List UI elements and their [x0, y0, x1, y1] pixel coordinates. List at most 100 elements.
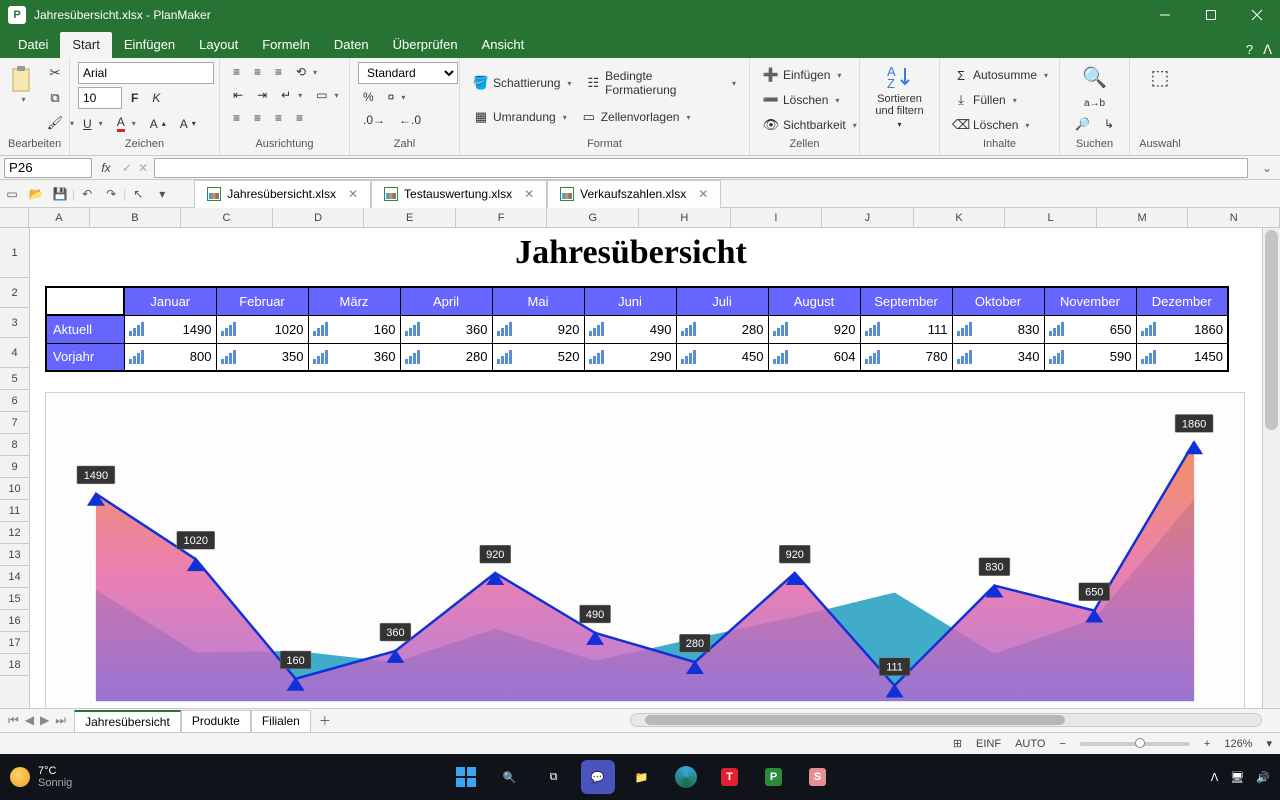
edge-taskbar[interactable]: [669, 760, 703, 794]
column-header[interactable]: A: [29, 208, 89, 227]
minimize-button[interactable]: [1142, 0, 1188, 30]
close-icon[interactable]: ✕: [348, 187, 358, 201]
task-view[interactable]: ⧉: [537, 760, 571, 794]
fill-button[interactable]: ⤓Füllen: [948, 89, 1022, 111]
qa-more[interactable]: ▾: [150, 183, 174, 205]
close-icon[interactable]: ✕: [698, 187, 708, 201]
doc-tab[interactable]: Testauswertung.xlsx✕: [371, 180, 547, 208]
currency-button[interactable]: ¤: [383, 87, 411, 107]
menu-insert[interactable]: Einfügen: [112, 32, 187, 58]
goto-button[interactable]: ↳: [1099, 114, 1119, 134]
border-button[interactable]: ▦Umrandung: [468, 106, 572, 128]
maximize-button[interactable]: [1188, 0, 1234, 30]
presentations-taskbar[interactable]: S: [801, 760, 835, 794]
align-middle[interactable]: ≡: [249, 62, 266, 82]
row-header[interactable]: 7: [0, 412, 29, 434]
row-header[interactable]: 13: [0, 544, 29, 566]
zoom-out[interactable]: −: [1059, 738, 1065, 750]
row-header[interactable]: 3: [0, 308, 29, 338]
shrink-font-button[interactable]: A▾: [175, 112, 201, 135]
select-all-corner[interactable]: [0, 208, 29, 227]
sheet-tab[interactable]: Jahresübersicht: [74, 710, 181, 732]
sheet-tab[interactable]: Filialen: [251, 710, 311, 732]
row-header[interactable]: 16: [0, 610, 29, 632]
column-header[interactable]: D: [273, 208, 365, 227]
column-header[interactable]: C: [181, 208, 273, 227]
grow-font-button[interactable]: A▴: [145, 112, 171, 135]
qa-open[interactable]: 📂: [24, 183, 48, 205]
zoom-in[interactable]: +: [1204, 738, 1210, 750]
dec-indent[interactable]: ⇤: [228, 85, 248, 105]
close-button[interactable]: [1234, 0, 1280, 30]
column-header[interactable]: N: [1188, 208, 1280, 227]
column-header[interactable]: G: [547, 208, 639, 227]
font-name-combo[interactable]: [78, 62, 214, 84]
start-button[interactable]: [449, 760, 483, 794]
column-header[interactable]: L: [1005, 208, 1097, 227]
qa-save[interactable]: 💾: [48, 183, 72, 205]
explorer-taskbar[interactable]: 📁: [625, 760, 659, 794]
column-header[interactable]: I: [731, 208, 823, 227]
row-header[interactable]: 14: [0, 566, 29, 588]
italic-button[interactable]: K: [147, 87, 165, 109]
merge-cells[interactable]: ▭: [311, 85, 343, 105]
menu-view[interactable]: Ansicht: [470, 32, 537, 58]
menu-start[interactable]: Start: [60, 32, 111, 58]
search-taskbar[interactable]: 🔍: [493, 760, 527, 794]
row-header[interactable]: 18: [0, 654, 29, 676]
select-button[interactable]: ⬚: [1146, 62, 1175, 93]
cell-reference-input[interactable]: [4, 158, 92, 178]
menu-review[interactable]: Überprüfen: [381, 32, 470, 58]
qa-cursor[interactable]: ↖: [126, 183, 150, 205]
cond-format-button[interactable]: ☷Bedingte Formatierung: [580, 66, 741, 100]
replace-button[interactable]: a→b: [1079, 95, 1110, 112]
fx-button[interactable]: fx: [96, 161, 116, 175]
column-header[interactable]: E: [364, 208, 456, 227]
sheet-nav-next[interactable]: ▶: [38, 713, 51, 728]
help-icon[interactable]: ?: [1246, 42, 1253, 58]
inc-indent[interactable]: ⇥: [252, 85, 272, 105]
align-left[interactable]: ≡: [228, 108, 245, 128]
row-header[interactable]: 2: [0, 278, 29, 308]
qa-new[interactable]: ▭: [0, 183, 24, 205]
zoom-dropdown-icon[interactable]: ▾: [1266, 737, 1272, 750]
weather-widget[interactable]: 7°CSonnig: [10, 765, 72, 789]
row-header[interactable]: 5: [0, 368, 29, 390]
collapse-ribbon-icon[interactable]: ᐱ: [1263, 42, 1272, 58]
dec-decimal[interactable]: ←.0: [394, 110, 426, 130]
menu-file[interactable]: Datei: [6, 32, 60, 58]
expand-formula-icon[interactable]: ⌄: [1254, 161, 1280, 175]
paste-button[interactable]: [8, 62, 36, 106]
column-header[interactable]: K: [914, 208, 1006, 227]
row-header[interactable]: 17: [0, 632, 29, 654]
column-header[interactable]: J: [822, 208, 914, 227]
column-header[interactable]: B: [90, 208, 182, 227]
menu-data[interactable]: Daten: [322, 32, 381, 58]
close-icon[interactable]: ✕: [524, 187, 534, 201]
row-header[interactable]: 6: [0, 390, 29, 412]
bold-button[interactable]: F: [126, 87, 143, 109]
align-justify[interactable]: ≡: [291, 108, 308, 128]
inc-decimal[interactable]: .0→: [358, 110, 390, 130]
column-header[interactable]: M: [1097, 208, 1189, 227]
chat-taskbar[interactable]: 💬: [581, 760, 615, 794]
qa-redo[interactable]: ↷: [99, 183, 123, 205]
align-center[interactable]: ≡: [249, 108, 266, 128]
vertical-scrollbar[interactable]: [1262, 228, 1280, 708]
zoom-slider[interactable]: [1080, 742, 1190, 746]
chart[interactable]: 149010201603609204902809201118306501860: [45, 392, 1245, 708]
zoom-value[interactable]: 126%: [1224, 738, 1252, 750]
row-header[interactable]: 1: [0, 228, 29, 278]
tray-chevron[interactable]: ᐱ: [1211, 771, 1219, 784]
find-button[interactable]: 🔍: [1077, 62, 1112, 93]
row-header[interactable]: 8: [0, 434, 29, 456]
row-header[interactable]: 4: [0, 338, 29, 368]
doc-tab[interactable]: Jahresübersicht.xlsx✕: [194, 180, 371, 208]
sort-filter-button[interactable]: AZ Sortieren und filtern▾: [868, 62, 931, 129]
row-header[interactable]: 15: [0, 588, 29, 610]
horizontal-scrollbar[interactable]: [630, 713, 1262, 727]
sheet-nav-prev[interactable]: ◀: [23, 713, 36, 728]
shading-button[interactable]: 🪣Schattierung: [468, 66, 576, 100]
row-header[interactable]: 10: [0, 478, 29, 500]
textmaker-taskbar[interactable]: T: [713, 760, 747, 794]
